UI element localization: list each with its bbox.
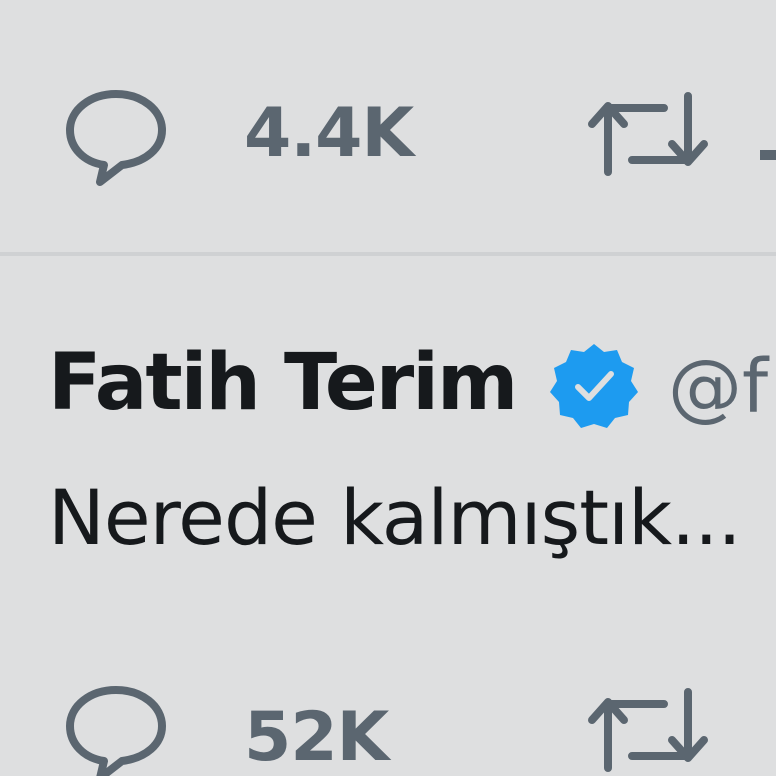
author-handle[interactable]: @f [668,350,768,424]
retweet-icon[interactable] [584,92,712,176]
verified-badge-icon [550,344,638,428]
reply-icon[interactable] [62,680,170,776]
like-icon-edge[interactable] [760,150,776,160]
tweet-header: Fatih Terim @f [48,340,776,440]
timeline-view: 4.4K Fatih Terim @f Nerede kalmıştık... [0,0,776,776]
tweet-divider [0,252,776,256]
tweet-text: Nerede kalmıştık... [48,473,742,562]
reply-icon[interactable] [62,84,170,188]
tweet-action-bar: 52K [0,680,776,776]
tweet-action-bar: 4.4K [0,84,776,194]
retweet-icon[interactable] [584,688,712,772]
reply-count: 4.4K [244,94,414,173]
previous-tweet[interactable]: 4.4K [0,0,776,252]
author-name[interactable]: Fatih Terim [48,344,518,422]
reply-count: 52K [244,698,389,776]
